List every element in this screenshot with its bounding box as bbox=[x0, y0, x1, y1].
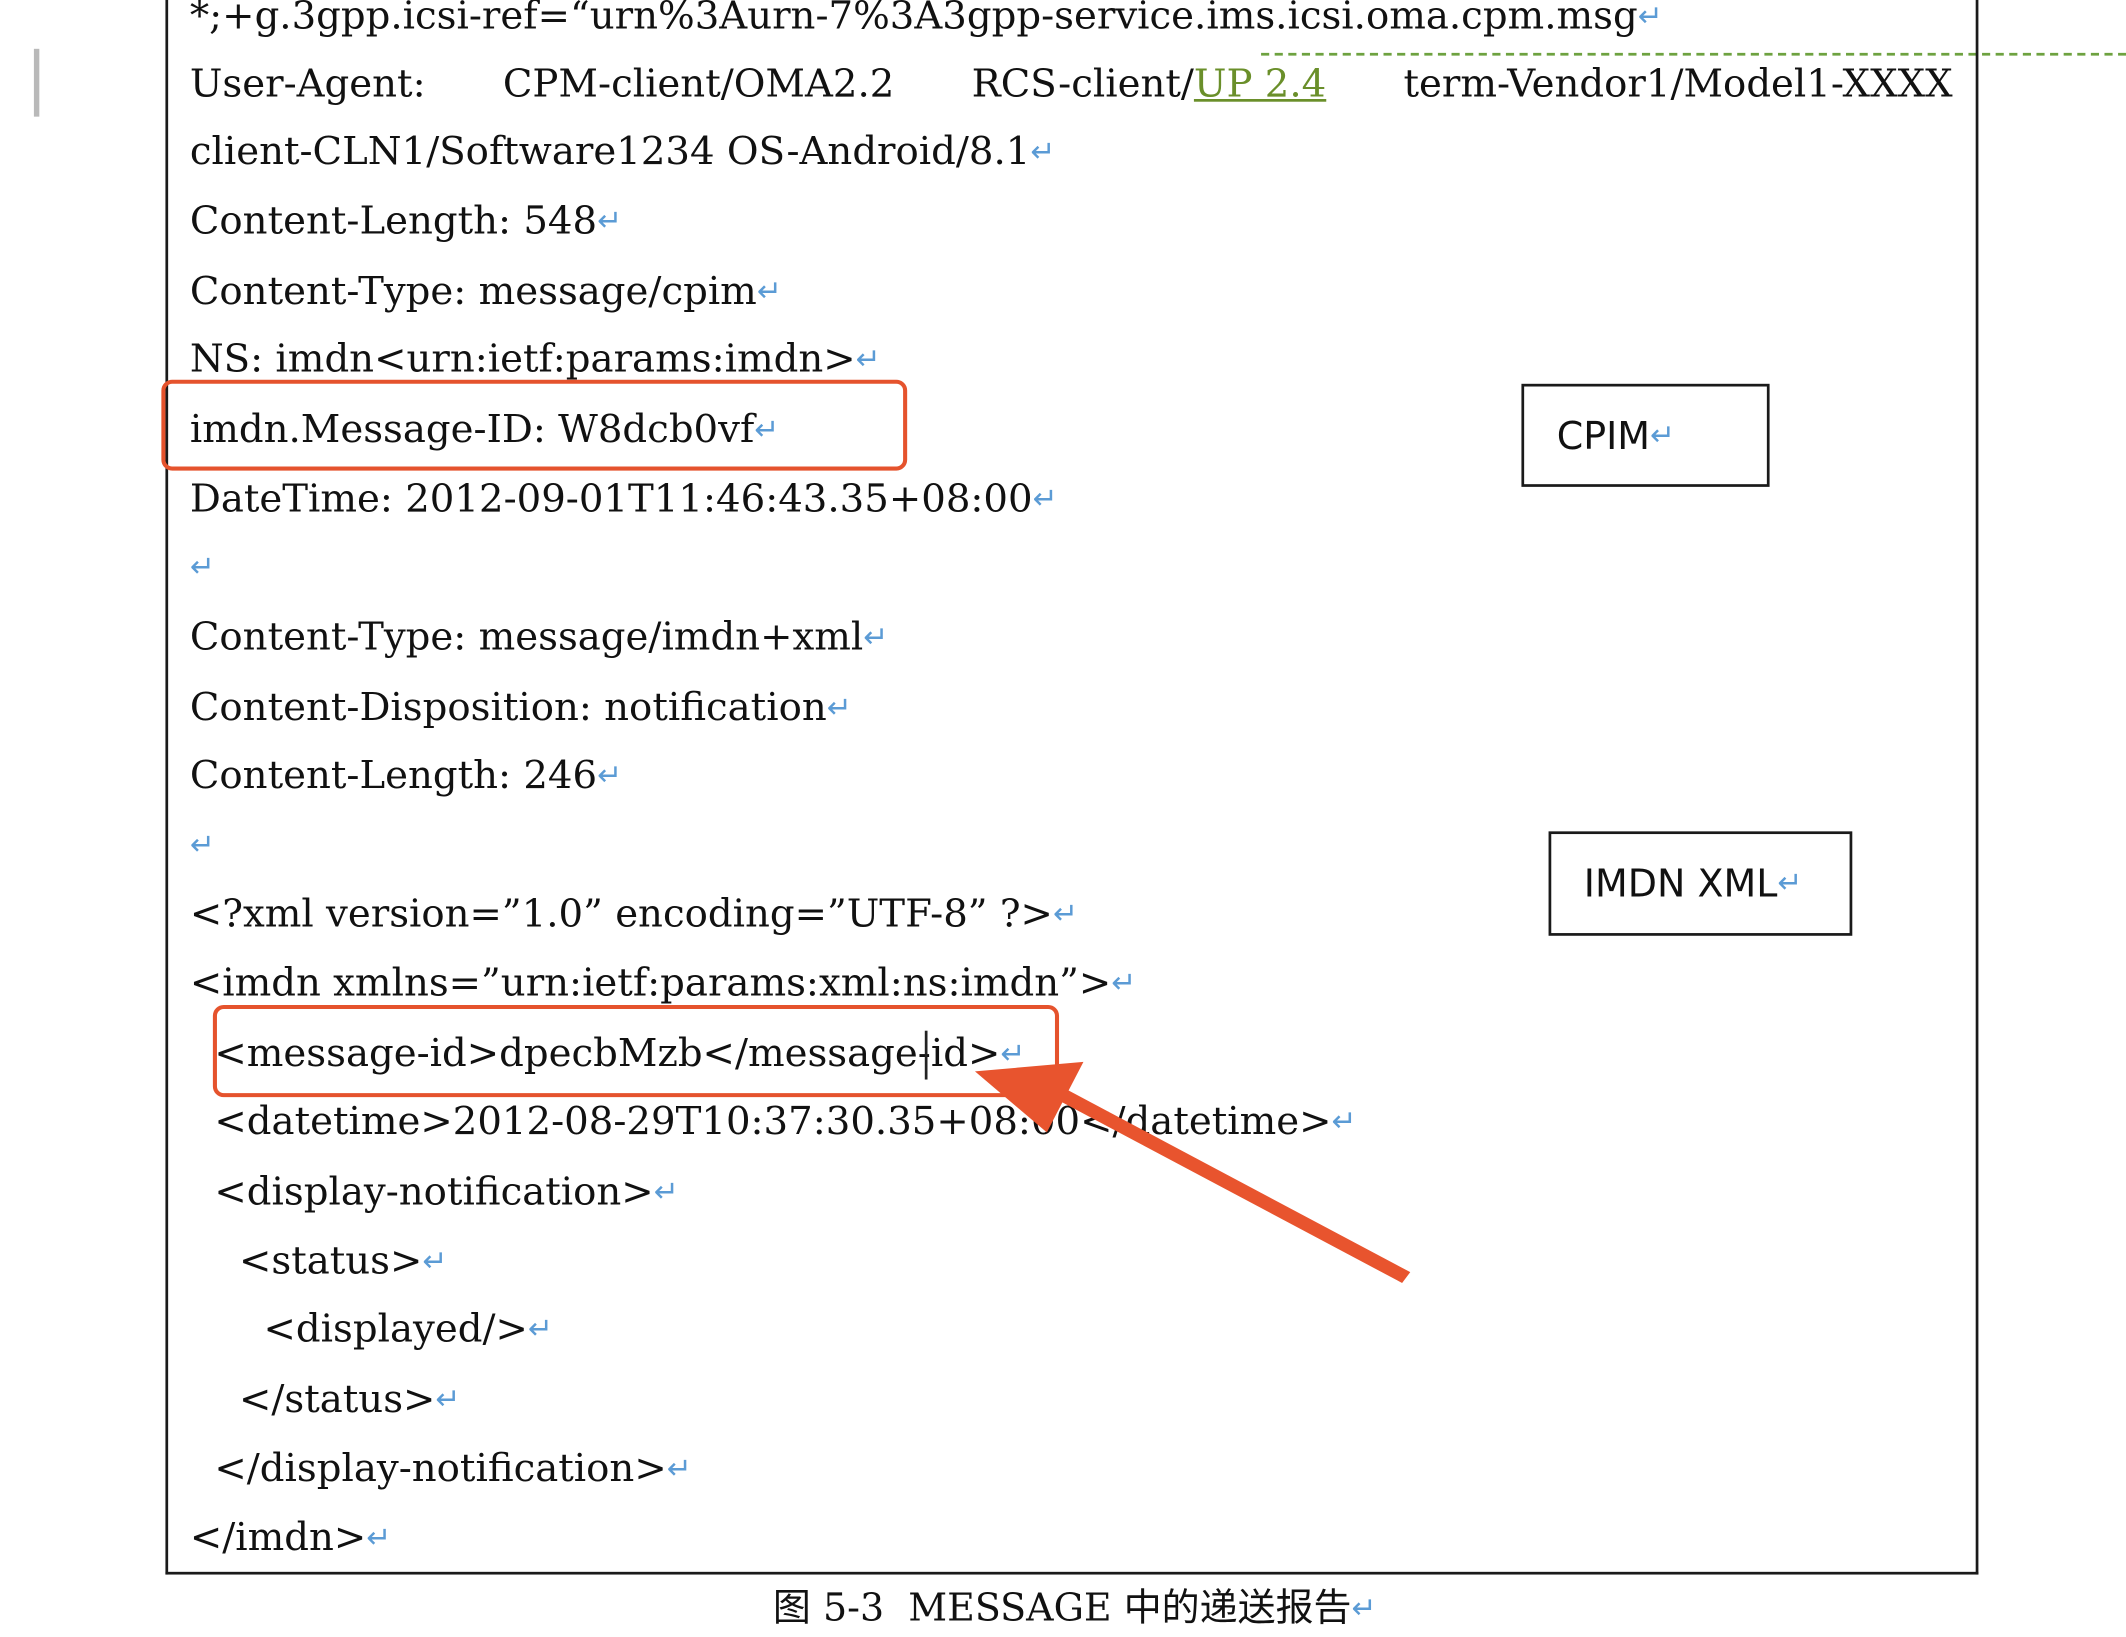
document-page: *;+g.3gpp.icsi-ref=“urn%3Aurn-7%3A3gpp-s… bbox=[0, 0, 2126, 1630]
caption-text: 图 5-3 MESSAGE 中的递送报告 bbox=[772, 1585, 1352, 1631]
figure-caption: 图 5-3 MESSAGE 中的递送报告↵ bbox=[773, 1581, 1377, 1637]
pointer-arrow-icon bbox=[974, 1061, 1411, 1283]
paragraph-mark-icon: ↵ bbox=[1351, 1592, 1377, 1627]
arrow-shaft bbox=[1057, 1089, 1411, 1283]
